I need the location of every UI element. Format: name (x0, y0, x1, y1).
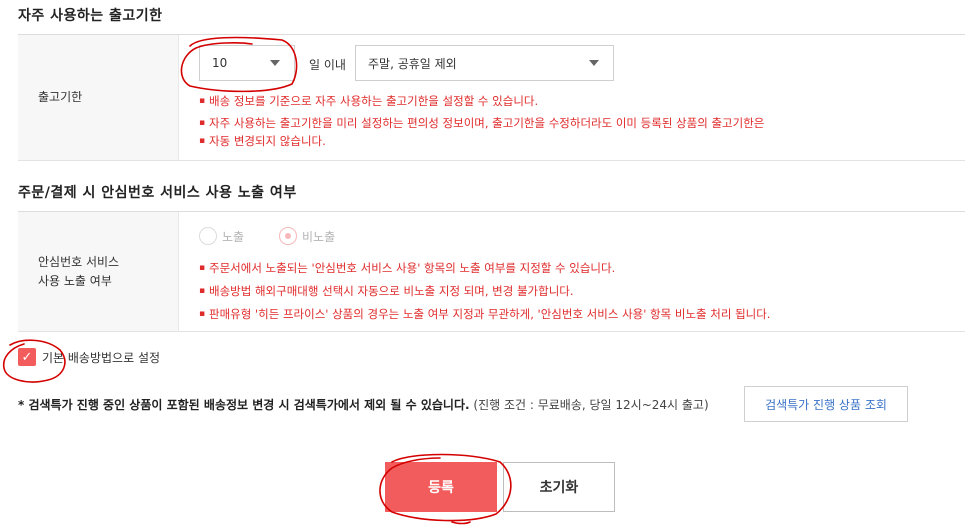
radio-hide-circle (279, 227, 297, 245)
holiday-exclusion-select[interactable]: 주말, 공휴일 제외 (355, 45, 614, 81)
safe-number-note: 판매유형 '히든 프라이스' 상품의 경우는 노출 여부 지정과 무관하게, '… (199, 305, 959, 323)
holiday-exclusion-value: 주말, 공휴일 제외 (368, 56, 457, 71)
deadline-days-value: 10 (212, 56, 228, 70)
deadline-days-select[interactable]: 10 (199, 45, 295, 81)
safe-number-label-line1: 안심번호 서비스 (38, 254, 120, 269)
default-shipping-label: 기본 배송방법으로 설정 (42, 350, 161, 365)
safe-number-section-title: 주문/결제 시 안심번호 서비스 사용 노출 여부 (18, 185, 297, 201)
deadline-days-suffix: 일 이내 (309, 58, 346, 72)
register-button[interactable]: 등록 (385, 462, 497, 512)
radio-hide[interactable]: 비노출 (279, 227, 335, 245)
radio-show-circle (199, 227, 217, 245)
annotation-tail-register (451, 521, 471, 525)
radio-hide-label: 비노출 (302, 229, 336, 244)
search-deal-notice-condition: (진행 조건 : 무료배송, 당일 12시~24시 출고) (473, 398, 709, 412)
safe-number-label-line2: 사용 노출 여부 (38, 273, 112, 288)
delivery-note-continued: 자동 변경되지 않습니다. (199, 132, 939, 150)
delivery-note: 배송 정보를 기준으로 자주 사용하는 출고기한을 설정할 수 있습니다. (199, 92, 939, 110)
safe-number-label: 안심번호 서비스 사용 노출 여부 (18, 212, 178, 331)
reset-button[interactable]: 초기화 (503, 462, 615, 512)
safe-number-notes: 주문서에서 노출되는 '안심번호 서비스 사용' 항목의 노출 여부를 지정할 … (199, 259, 959, 323)
caret-down-icon (589, 60, 599, 66)
default-shipping-row[interactable]: ✓ 기본 배송방법으로 설정 (18, 348, 160, 366)
caret-down-icon (270, 60, 280, 66)
radio-show-label: 노출 (222, 229, 245, 244)
delivery-deadline-table: 출고기한 10 일 이내 주말, 공휴일 제외 배송 정보를 기준으로 자주 사… (18, 34, 965, 161)
safe-number-note: 배송방법 해외구매대행 선택시 자동으로 비노출 지정 되며, 변경 불가합니다… (199, 282, 959, 300)
safe-number-note: 주문서에서 노출되는 '안심번호 서비스 사용' 항목의 노출 여부를 지정할 … (199, 259, 959, 277)
delivery-notes: 배송 정보를 기준으로 자주 사용하는 출고기한을 설정할 수 있습니다. 자주… (199, 92, 939, 150)
delivery-deadline-label: 출고기한 (18, 35, 178, 160)
safe-number-table: 안심번호 서비스 사용 노출 여부 노출 비노출 주문서에서 노출되는 '안심번… (18, 211, 965, 332)
safe-number-cell: 노출 비노출 주문서에서 노출되는 '안심번호 서비스 사용' 항목의 노출 여… (178, 212, 965, 331)
delivery-note: 자주 사용하는 출고기한을 미리 설정하는 편의성 정보이며, 출고기한을 수정… (199, 114, 939, 132)
search-deal-notice: * 검색특가 진행 중인 상품이 포함된 배송정보 변경 시 검색특가에서 제외… (18, 396, 709, 413)
radio-show[interactable]: 노출 (199, 227, 244, 245)
delivery-deadline-cell: 10 일 이내 주말, 공휴일 제외 배송 정보를 기준으로 자주 사용하는 출… (178, 35, 965, 160)
search-deal-lookup-button[interactable]: 검색특가 진행 상품 조회 (744, 386, 908, 422)
checkmark-icon[interactable]: ✓ (18, 348, 36, 366)
search-deal-notice-strong: * 검색특가 진행 중인 상품이 포함된 배송정보 변경 시 검색특가에서 제외… (18, 398, 470, 412)
delivery-section-title: 자주 사용하는 출고기한 (18, 8, 163, 24)
